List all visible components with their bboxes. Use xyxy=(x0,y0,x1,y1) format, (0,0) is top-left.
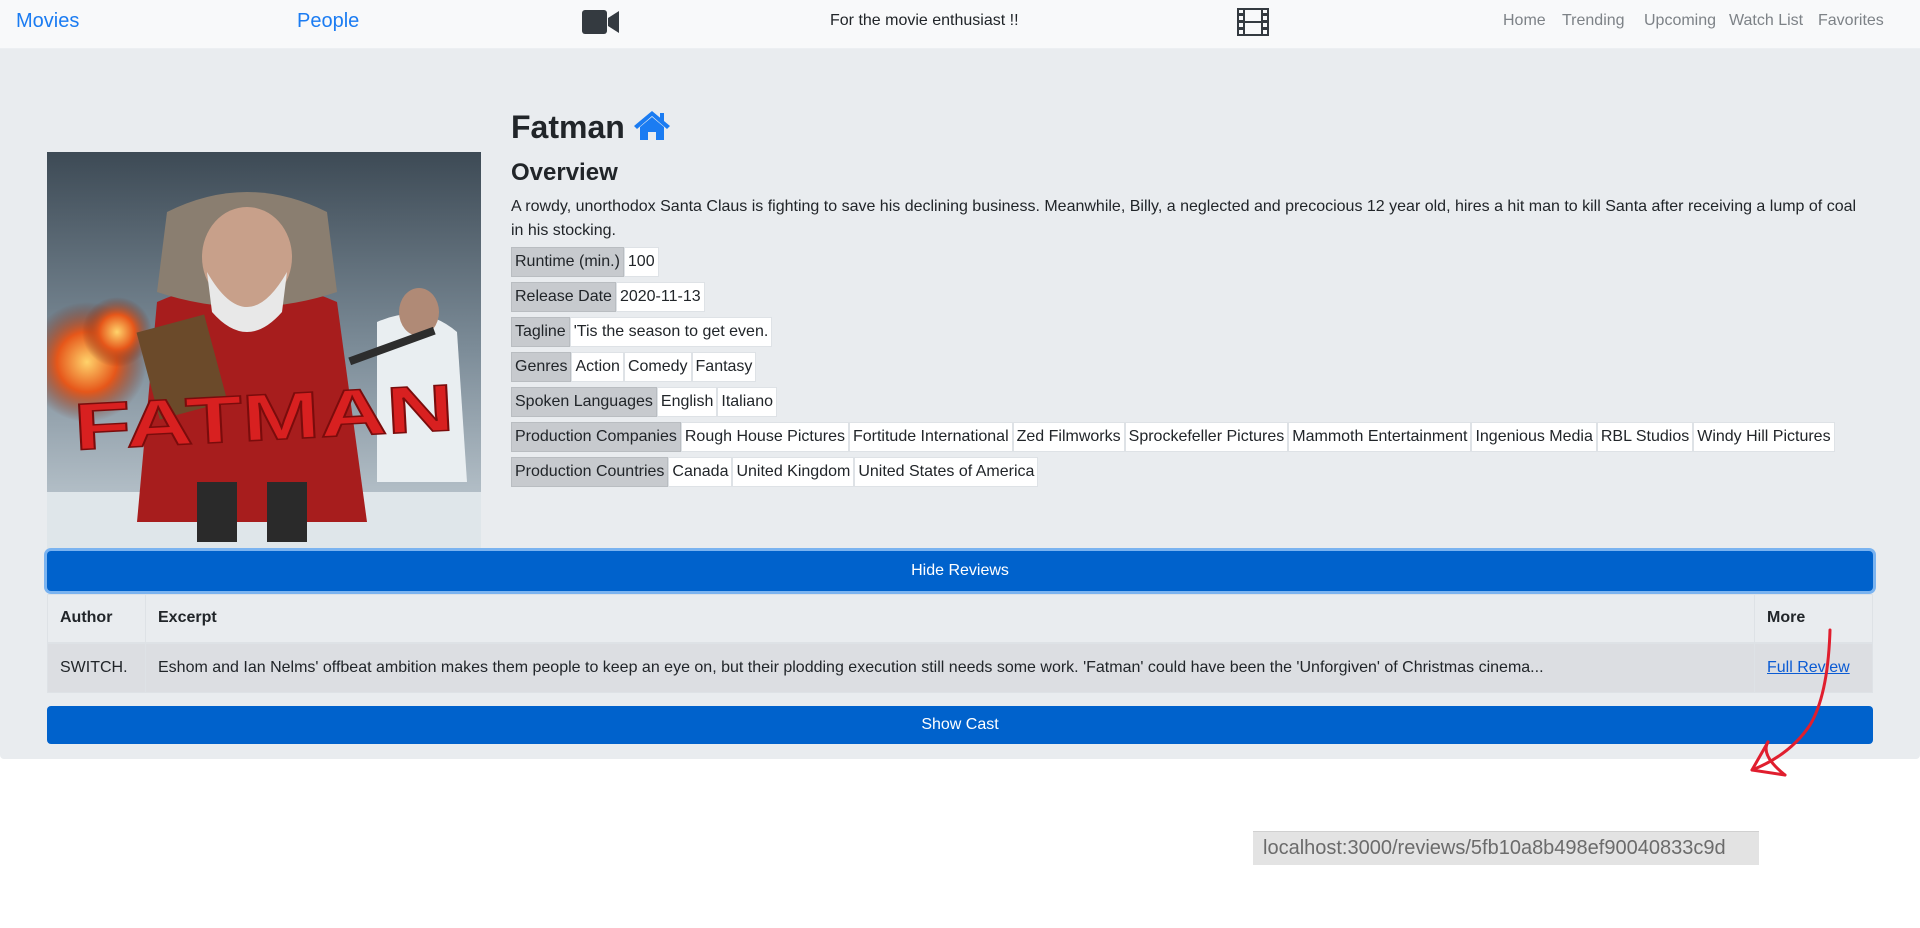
nav-favorites-link[interactable]: Favorites xyxy=(1818,12,1884,30)
companies-row: Production Companies Rough House Picture… xyxy=(511,422,1881,453)
companies-label: Production Companies xyxy=(511,422,681,452)
language-item: Italiano xyxy=(717,387,777,417)
navbar: Movies People For the movie enthusiast !… xyxy=(0,0,1920,49)
runtime-row: Runtime (min.) 100 xyxy=(511,247,1881,278)
release-date-row: Release Date 2020-11-13 xyxy=(511,282,1881,313)
countries-label: Production Countries xyxy=(511,457,669,487)
company-item: Mammoth Entertainment xyxy=(1288,422,1472,452)
release-date-label: Release Date xyxy=(511,282,616,312)
tagline-row: Tagline 'Tis the season to get even. xyxy=(511,317,1881,348)
show-cast-button[interactable]: Show Cast xyxy=(47,706,1873,744)
nav-trending-link[interactable]: Trending xyxy=(1562,12,1625,30)
nav-home-link[interactable]: Home xyxy=(1503,12,1546,30)
reviews-table: Author Excerpt More SWITCH. Eshom and Ia… xyxy=(47,594,1873,693)
column-header-author: Author xyxy=(47,594,146,644)
country-item: United Kingdom xyxy=(732,457,855,487)
genres-label: Genres xyxy=(511,352,572,382)
company-item: Sprockefeller Pictures xyxy=(1124,422,1289,452)
movie-details: Fatman Overview A rowdy, unorthodox Sant… xyxy=(511,107,1881,488)
country-item: United States of America xyxy=(854,457,1039,487)
company-item: Rough House Pictures xyxy=(680,422,849,452)
table-row: SWITCH. Eshom and Ian Nelms' offbeat amb… xyxy=(47,642,1873,693)
company-item: Ingenious Media xyxy=(1471,422,1597,452)
genres-row: Genres Action Comedy Fantasy xyxy=(511,352,1881,383)
column-header-excerpt: Excerpt xyxy=(145,594,1755,644)
country-item: Canada xyxy=(668,457,733,487)
languages-row: Spoken Languages English Italiano xyxy=(511,387,1881,418)
genre-item: Action xyxy=(571,352,624,382)
company-item: Zed Filmworks xyxy=(1012,422,1125,452)
movie-detail-panel: FATMAN Fatman Overview A rowdy, unorthod… xyxy=(0,49,1920,759)
tagline-value: 'Tis the season to get even. xyxy=(569,317,773,347)
home-icon[interactable] xyxy=(633,109,671,146)
tagline-label: Tagline xyxy=(511,317,570,347)
countries-row: Production Countries Canada United Kingd… xyxy=(511,457,1881,488)
review-excerpt: Eshom and Ian Nelms' offbeat ambition ma… xyxy=(145,642,1755,693)
annotation-arrow-icon xyxy=(1750,628,1832,777)
nav-watchlist-link[interactable]: Watch List xyxy=(1729,12,1803,30)
language-item: English xyxy=(656,387,718,417)
link-url-status: localhost:3000/reviews/5fb10a8b498ef9004… xyxy=(1253,831,1759,865)
overview-heading: Overview xyxy=(511,159,618,186)
company-item: RBL Studios xyxy=(1596,422,1694,452)
table-header-row: Author Excerpt More xyxy=(47,594,1873,644)
nav-tagline: For the movie enthusiast !! xyxy=(830,12,1019,29)
runtime-label: Runtime (min.) xyxy=(511,247,624,277)
movie-poster: FATMAN xyxy=(47,152,481,552)
video-camera-icon xyxy=(582,9,620,40)
nav-movies-link[interactable]: Movies xyxy=(16,10,79,33)
genre-item: Fantasy xyxy=(691,352,757,382)
runtime-value: 100 xyxy=(623,247,659,277)
overview-text: A rowdy, unorthodox Santa Claus is fight… xyxy=(511,198,1857,239)
movie-title: Fatman xyxy=(511,108,625,145)
nav-upcoming-link[interactable]: Upcoming xyxy=(1644,12,1716,30)
film-icon xyxy=(1237,8,1269,41)
hide-reviews-button[interactable]: Hide Reviews xyxy=(47,551,1873,591)
company-item: Windy Hill Pictures xyxy=(1693,422,1835,452)
nav-people-link[interactable]: People xyxy=(297,10,359,33)
release-date-value: 2020-11-13 xyxy=(615,282,705,312)
genre-item: Comedy xyxy=(623,352,692,382)
languages-label: Spoken Languages xyxy=(511,387,657,417)
company-item: Fortitude International xyxy=(848,422,1013,452)
review-author: SWITCH. xyxy=(47,642,146,693)
